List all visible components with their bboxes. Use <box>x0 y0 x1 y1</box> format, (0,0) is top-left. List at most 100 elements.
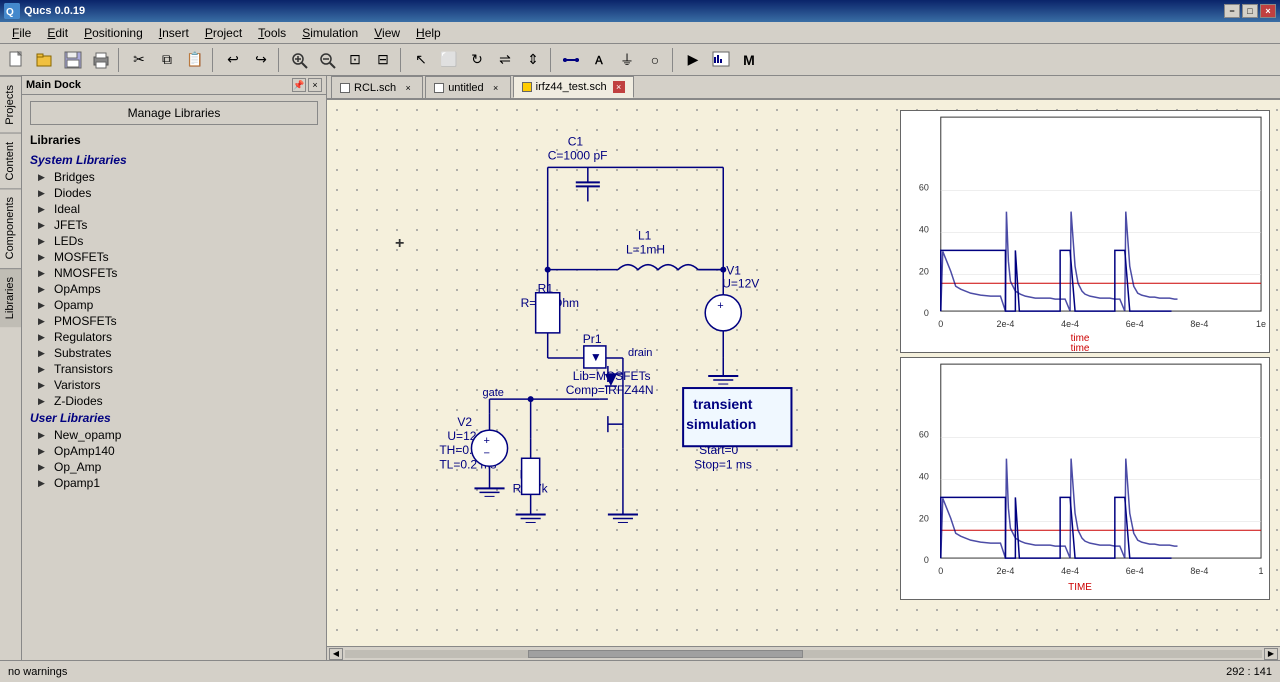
tab-close-button[interactable]: × <box>613 81 625 93</box>
tree-item-op-amp[interactable]: ▶ Op_Amp <box>22 459 326 475</box>
tree-item-leds[interactable]: ▶ LEDs <box>22 233 326 249</box>
tree-item-bridges[interactable]: ▶ Bridges <box>22 169 326 185</box>
status-bar: no warnings 292 : 141 <box>0 660 1280 682</box>
cut-button[interactable]: ✂ <box>126 47 152 73</box>
svg-text:+: + <box>717 300 723 312</box>
scroll-track[interactable] <box>345 650 1262 658</box>
sidebar-tab-components[interactable]: Components <box>0 188 21 267</box>
deselect-button[interactable]: ⬜ <box>436 47 462 73</box>
scroll-thumb[interactable] <box>528 650 803 658</box>
drain-label: drain <box>628 347 653 359</box>
minimize-button[interactable]: − <box>1224 4 1240 18</box>
tab-rcl[interactable]: RCL.sch × <box>331 76 423 98</box>
right-area: RCL.sch × untitled × irfz44_test.sch × C… <box>327 76 1280 660</box>
sidebar-tab-content[interactable]: Content <box>0 133 21 189</box>
tab-label: irfz44_test.sch <box>536 81 607 93</box>
panel-pin-button[interactable]: 📌 <box>292 78 306 92</box>
menu-file[interactable]: File <box>4 24 39 42</box>
tree-item-opamp[interactable]: ▶ Opamp <box>22 297 326 313</box>
menu-tools[interactable]: Tools <box>250 24 294 42</box>
svg-text:0: 0 <box>924 308 929 318</box>
paste-button[interactable]: 📋 <box>182 47 208 73</box>
tree-item-opamps[interactable]: ▶ OpAmps <box>22 281 326 297</box>
save-button[interactable] <box>60 47 86 73</box>
simulate-button[interactable]: ▶ <box>680 47 706 73</box>
svg-text:+: + <box>483 435 489 447</box>
zoom-all-button[interactable]: ⊟ <box>370 47 396 73</box>
label-button[interactable]: Ａ <box>586 47 612 73</box>
menu-project[interactable]: Project <box>197 24 250 42</box>
tree-item-opamp1[interactable]: ▶ Opamp1 <box>22 475 326 491</box>
manage-libraries-button[interactable]: Manage Libraries <box>30 101 318 125</box>
tree-item-varistors[interactable]: ▶ Varistors <box>22 377 326 393</box>
ground-button[interactable]: ⏚ <box>614 47 640 73</box>
gate-label: gate <box>482 387 503 399</box>
svg-text:6e-4: 6e-4 <box>1126 319 1144 329</box>
new-button[interactable] <box>4 47 30 73</box>
tab-irfz44[interactable]: irfz44_test.sch × <box>513 76 634 98</box>
tree-item-opamp140[interactable]: ▶ OpAmp140 <box>22 443 326 459</box>
tree-item-diodes[interactable]: ▶ Diodes <box>22 185 326 201</box>
tree-item-z-diodes[interactable]: ▶ Z-Diodes <box>22 393 326 409</box>
tab-close-button[interactable]: × <box>490 82 502 94</box>
maximize-button[interactable]: □ <box>1242 4 1258 18</box>
sidebar-tab-libraries[interactable]: Libraries <box>0 268 21 327</box>
expand-arrow: ▶ <box>38 316 50 327</box>
window-controls[interactable]: − □ × <box>1224 4 1276 18</box>
undo-button[interactable]: ↩ <box>220 47 246 73</box>
select-button[interactable]: ↖ <box>408 47 434 73</box>
schematic-canvas[interactable]: C1 C=1000 pF L1 L=1mH R1 R=50 Ohm <box>327 100 1280 646</box>
tab-close-button[interactable]: × <box>402 82 414 94</box>
tree-item-substrates[interactable]: ▶ Substrates <box>22 345 326 361</box>
sidebar-tab-projects[interactable]: Projects <box>0 76 21 133</box>
menu-insert[interactable]: Insert <box>151 24 197 42</box>
chart2-xlabel: TIME <box>1068 582 1092 593</box>
tree-item-transistors[interactable]: ▶ Transistors <box>22 361 326 377</box>
svg-text:40: 40 <box>919 224 929 234</box>
mirror-x-button[interactable]: ⇌ <box>492 47 518 73</box>
canvas-hscrollbar[interactable]: ◀ ▶ <box>327 646 1280 660</box>
menu-view[interactable]: View <box>366 24 408 42</box>
v2-label: V2 <box>457 415 472 429</box>
panel-close-button[interactable]: × <box>308 78 322 92</box>
menu-simulation[interactable]: Simulation <box>294 24 366 42</box>
view-data-button[interactable] <box>708 47 734 73</box>
tree-item-nmosfets[interactable]: ▶ NMOSFETs <box>22 265 326 281</box>
menu-edit[interactable]: Edit <box>39 24 76 42</box>
chart-2: xyce/tran.V(GATE) xyce/tran.V(DRAIN) 0 2… <box>900 357 1270 600</box>
tree-item-new-opamp[interactable]: ▶ New_opamp <box>22 427 326 443</box>
menu-help[interactable]: Help <box>408 24 449 42</box>
svg-text:0: 0 <box>938 319 943 329</box>
menu-positioning[interactable]: Positioning <box>76 24 151 42</box>
scroll-left-button[interactable]: ◀ <box>329 648 343 660</box>
scroll-right-button[interactable]: ▶ <box>1264 648 1278 660</box>
tree-item-label: Z-Diodes <box>54 394 103 408</box>
tree-item-label: NMOSFETs <box>54 266 117 280</box>
port-button[interactable]: ○ <box>642 47 668 73</box>
svg-text:1: 1 <box>1259 566 1264 576</box>
wire-button[interactable] <box>558 47 584 73</box>
tree-item-regulators[interactable]: ▶ Regulators <box>22 329 326 345</box>
tree-item-ideal[interactable]: ▶ Ideal <box>22 201 326 217</box>
close-button[interactable]: × <box>1260 4 1276 18</box>
tree-item-pmosfets[interactable]: ▶ PMOSFETs <box>22 313 326 329</box>
expand-arrow: ▶ <box>38 364 50 375</box>
toolbar-sep-5 <box>550 48 554 72</box>
mirror-y-button[interactable]: ⇕ <box>520 47 546 73</box>
toolbar-sep-6 <box>672 48 676 72</box>
calc-button[interactable]: M <box>736 47 762 73</box>
rotate-button[interactable]: ↻ <box>464 47 490 73</box>
zoom-area-button[interactable] <box>286 47 312 73</box>
tr1-stop: Stop=1 ms <box>694 457 752 471</box>
copy-button[interactable]: ⧉ <box>154 47 180 73</box>
tab-untitled[interactable]: untitled × <box>425 76 510 98</box>
tree-item-jfets[interactable]: ▶ JFETs <box>22 217 326 233</box>
tree-item-mosfets[interactable]: ▶ MOSFETs <box>22 249 326 265</box>
zoom-out-button[interactable] <box>314 47 340 73</box>
open-button[interactable] <box>32 47 58 73</box>
redo-button[interactable]: ↪ <box>248 47 274 73</box>
zoom-fit-button[interactable]: ⊡ <box>342 47 368 73</box>
tree-item-label: OpAmp140 <box>54 444 115 458</box>
print-button[interactable] <box>88 47 114 73</box>
panel-controls[interactable]: 📌 × <box>292 78 322 92</box>
